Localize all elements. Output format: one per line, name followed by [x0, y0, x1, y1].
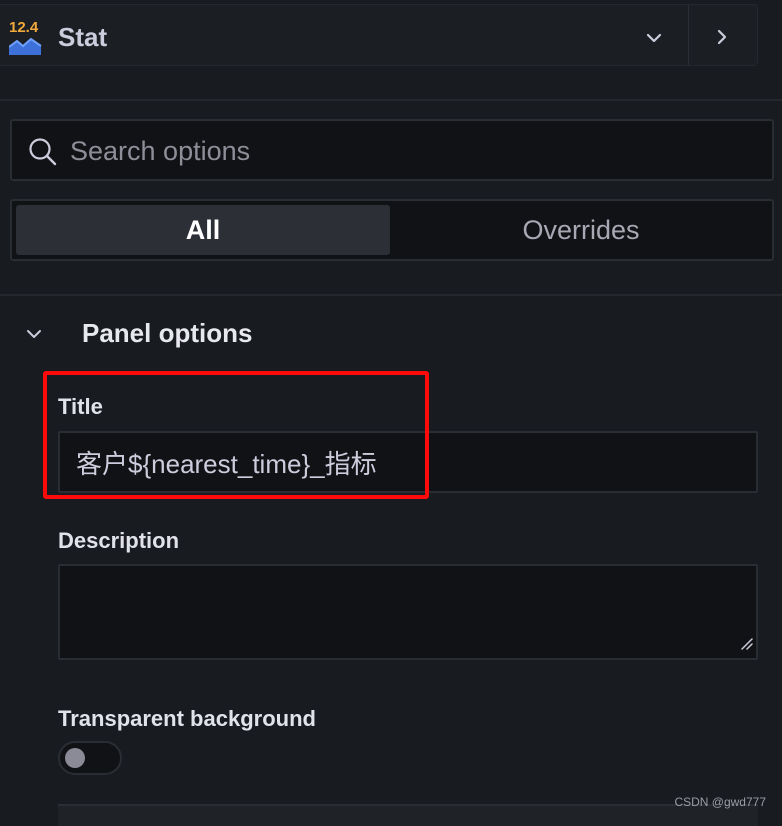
options-tabs: All Overrides — [10, 199, 774, 261]
divider — [688, 5, 689, 65]
watermark: CSDN @gwd777 — [674, 795, 766, 809]
divider — [0, 294, 782, 296]
tab-overrides[interactable]: Overrides — [394, 205, 768, 255]
chevron-down-icon[interactable] — [640, 27, 668, 49]
description-label: Description — [58, 528, 180, 553]
search-input[interactable] — [68, 127, 752, 175]
chevron-right-icon[interactable] — [708, 25, 736, 49]
highlight-box — [43, 371, 429, 499]
transparent-background-toggle[interactable] — [58, 741, 122, 775]
next-option-field — [58, 804, 758, 826]
stat-viz-icon: 12.4 — [9, 19, 45, 55]
visualization-picker[interactable]: 12.4 Stat — [0, 4, 758, 66]
resize-handle-icon[interactable] — [739, 636, 753, 655]
chevron-down-icon[interactable] — [24, 324, 44, 349]
viz-icon-number: 12.4 — [9, 19, 39, 36]
search-icon — [29, 138, 57, 166]
divider — [0, 99, 782, 101]
viz-name: Stat — [58, 22, 108, 52]
tab-all[interactable]: All — [16, 205, 390, 255]
description-textarea[interactable] — [58, 564, 758, 660]
transparent-background-label: Transparent background — [58, 706, 316, 731]
search-options-field[interactable] — [10, 119, 774, 181]
toggle-knob — [65, 748, 85, 768]
panel-options-section-title[interactable]: Panel options — [82, 318, 252, 349]
